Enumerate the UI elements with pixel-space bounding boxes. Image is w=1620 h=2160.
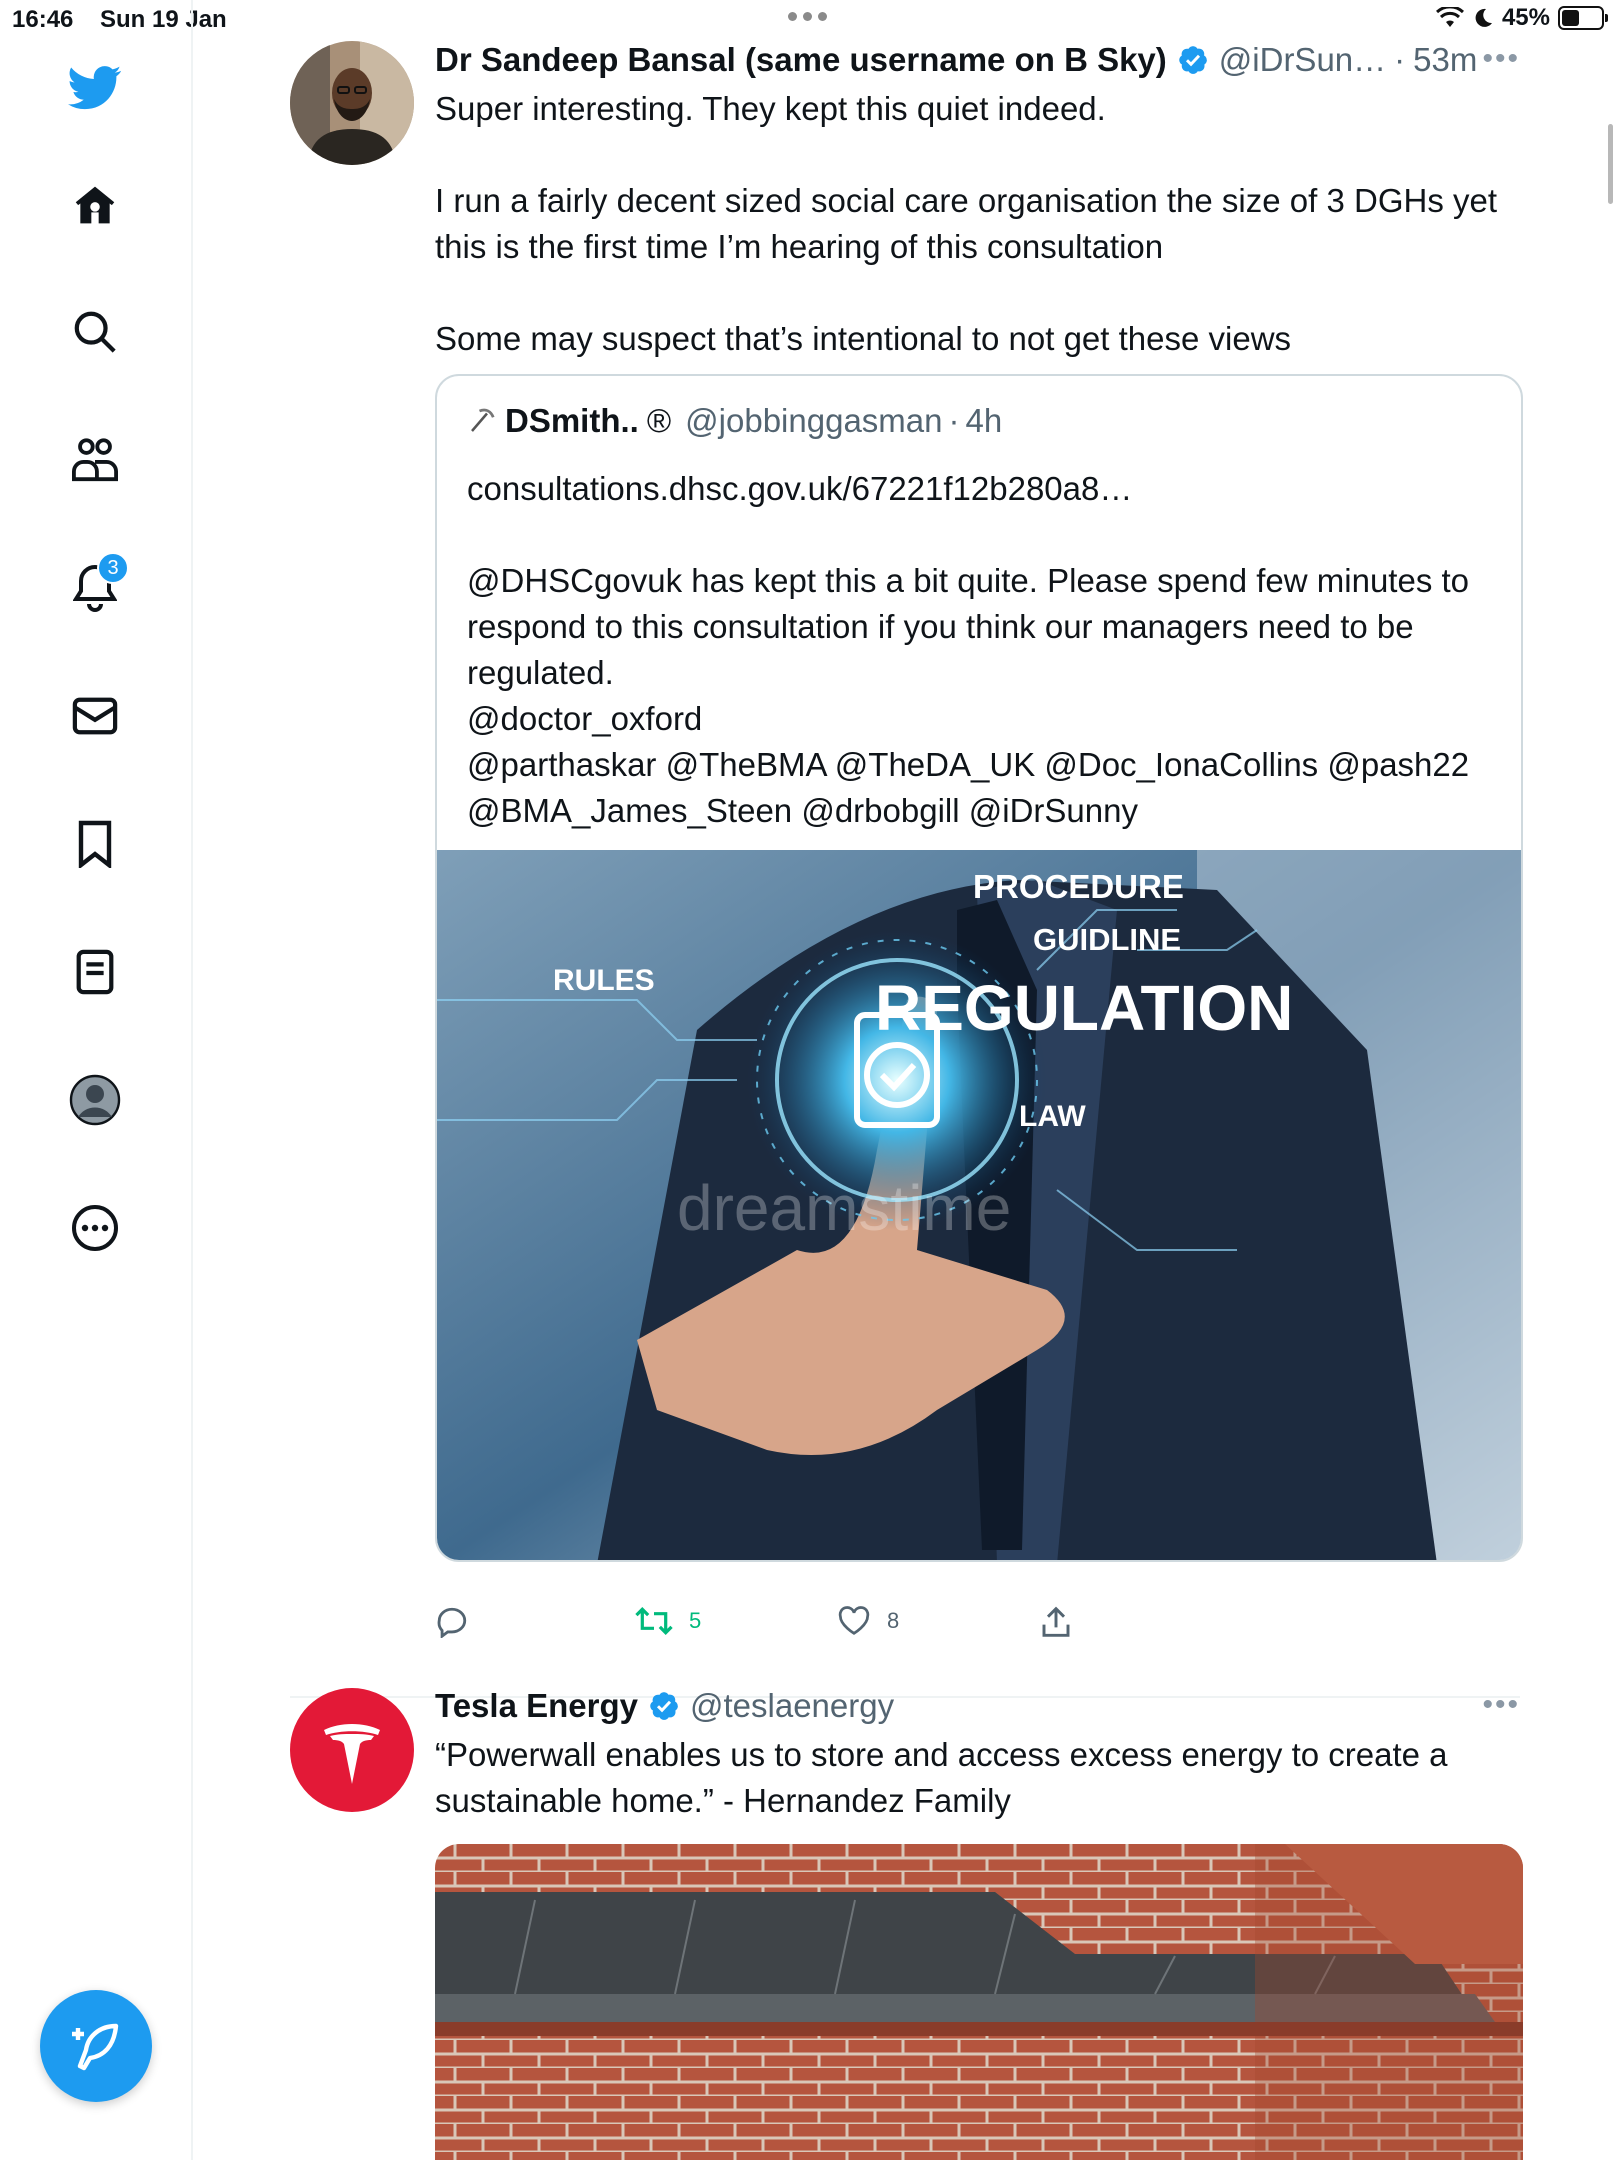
more-options-icon[interactable]: ••• (1482, 1688, 1520, 1722)
image-text-law: LAW (1019, 1100, 1086, 1133)
communities-icon[interactable] (67, 432, 123, 488)
notifications-icon[interactable]: 3 (67, 552, 129, 616)
author-handle[interactable]: @iDrSun… (1219, 41, 1386, 79)
quoted-tweet-time: 4h (965, 402, 1003, 439)
tweet-image[interactable] (435, 1844, 1523, 2160)
image-watermark: dreamstime (677, 1172, 1011, 1244)
retweet-icon (635, 1607, 673, 1635)
author-name[interactable]: Tesla Energy (435, 1687, 638, 1725)
image-text-guidline: GUIDLINE (1033, 922, 1181, 957)
verified-icon (1177, 44, 1209, 76)
twitter-logo-icon[interactable] (67, 60, 123, 116)
heart-icon (838, 1606, 870, 1635)
status-bar: 16:46 Sun 19 Jan 45% (0, 0, 1620, 40)
separator-dot: · (948, 402, 960, 439)
moon-icon (1475, 8, 1492, 27)
like-button[interactable]: 8 (837, 1606, 899, 1636)
reply-button[interactable] (435, 1606, 469, 1638)
like-count: 8 (887, 1608, 900, 1633)
image-text-rules: RULES (553, 964, 655, 997)
author-handle[interactable]: @teslaenergy (690, 1687, 894, 1725)
quoted-tweet[interactable]: DSmith.. ® @jobbinggasman · 4h consultat… (435, 374, 1523, 1562)
search-icon[interactable] (67, 304, 123, 360)
compose-button[interactable] (40, 1990, 152, 2102)
tweet-time[interactable]: 53m (1413, 41, 1477, 79)
quoted-tweet-image[interactable]: PROCEDURE GUIDLINE RULES REGULATION LAW … (437, 850, 1521, 1560)
quoted-author-name: DSmith.. (505, 402, 639, 439)
battery-fill (1562, 10, 1580, 26)
compose-icon (72, 2023, 119, 2071)
multitasking-dots-icon[interactable] (788, 12, 827, 21)
separator-dot: · (1394, 41, 1406, 78)
more-options-icon[interactable]: ••• (1482, 42, 1520, 76)
author-name[interactable]: Dr Sandeep Bansal (same username on B Sk… (435, 41, 1167, 79)
image-text-procedure: PROCEDURE (973, 868, 1184, 905)
bookmarks-icon[interactable] (67, 816, 123, 872)
pickaxe-icon (471, 408, 495, 432)
home-icon[interactable] (67, 177, 123, 233)
battery-percent: 45% (1501, 4, 1550, 31)
image-text-regulation: REGULATION (875, 972, 1293, 1044)
verified-icon (648, 1690, 680, 1722)
sidebar: 3 (0, 0, 193, 2160)
battery-icon (1558, 6, 1608, 30)
reply-icon (437, 1607, 467, 1638)
quoted-author-handle: @jobbinggasman (685, 402, 943, 439)
lists-icon[interactable] (67, 944, 123, 1000)
tweet-actions: 5 8 (435, 1606, 1135, 1646)
tweet-text: “Powerwall enables us to store and acces… (435, 1736, 1457, 1819)
avatar[interactable] (290, 1688, 414, 1812)
avatar[interactable] (290, 41, 414, 165)
share-icon (1042, 1606, 1070, 1637)
retweet-button[interactable]: 5 (635, 1606, 701, 1636)
scrollbar[interactable] (1608, 124, 1613, 204)
quoted-tweet-text: consultations.dhsc.gov.uk/67221f12b280a8… (467, 470, 1470, 829)
notifications-badge: 3 (97, 552, 129, 584)
share-button[interactable] (1041, 1606, 1071, 1638)
registered-mark: ® (646, 402, 672, 439)
profile-icon[interactable] (67, 1072, 123, 1128)
tesla-logo-icon (324, 1724, 380, 1784)
wifi-icon (1435, 7, 1464, 27)
retweet-count: 5 (689, 1608, 702, 1633)
messages-icon[interactable] (67, 688, 123, 744)
tweet-text: Super interesting. They kept this quiet … (435, 90, 1498, 357)
more-icon[interactable] (67, 1200, 123, 1256)
